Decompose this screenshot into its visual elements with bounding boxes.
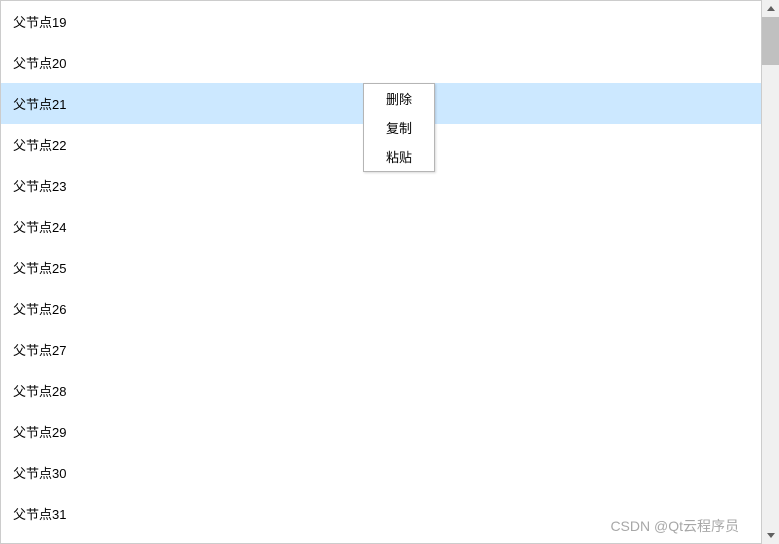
context-menu-copy[interactable]: 复制 <box>364 113 434 142</box>
tree-item[interactable]: 父节点29 <box>1 411 761 452</box>
tree-item[interactable]: 父节点30 <box>1 452 761 493</box>
tree-item[interactable]: 父节点31 <box>1 493 761 534</box>
scrollbar-arrow-up-icon[interactable] <box>762 0 779 17</box>
tree-item[interactable]: 父节点20 <box>1 42 761 83</box>
context-menu-paste[interactable]: 粘贴 <box>364 142 434 171</box>
context-menu-delete[interactable]: 删除 <box>364 84 434 113</box>
tree-item[interactable]: 父节点27 <box>1 329 761 370</box>
tree-item[interactable]: 父节点26 <box>1 288 761 329</box>
tree-item[interactable]: 父节点19 <box>1 1 761 42</box>
scrollbar-thumb[interactable] <box>762 17 779 65</box>
tree-item[interactable]: 父节点28 <box>1 370 761 411</box>
tree-container: 父节点19 父节点20 父节点21 父节点22 父节点23 父节点24 父节点2… <box>0 0 762 544</box>
tree-item[interactable]: 父节点24 <box>1 206 761 247</box>
tree-item[interactable]: 父节点25 <box>1 247 761 288</box>
context-menu: 删除 复制 粘贴 <box>363 83 435 172</box>
scrollbar-arrow-down-icon[interactable] <box>762 527 779 544</box>
scrollbar-track[interactable] <box>762 0 779 544</box>
tree-item[interactable]: 父节点32 <box>1 534 761 543</box>
